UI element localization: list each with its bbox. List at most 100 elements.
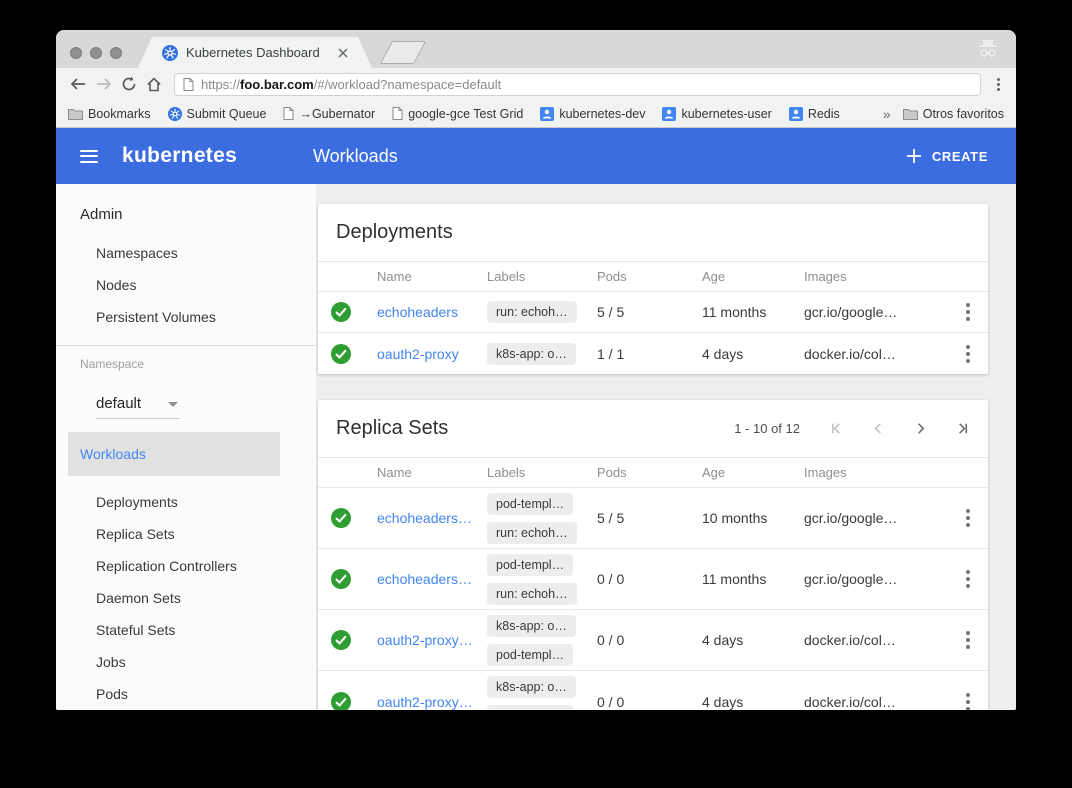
status-cell (331, 569, 377, 589)
sidebar-item-persistent-volumes[interactable]: Persistent Volumes (56, 301, 316, 333)
replica-sets-card: Replica Sets 1 - 10 of 12 (318, 400, 988, 710)
browser-tab-strip: Kubernetes Dashboard (56, 30, 1016, 68)
resource-name-link[interactable]: oauth2-proxy (377, 346, 481, 362)
zoom-window-button[interactable] (110, 47, 122, 59)
sidebar-item-replica-sets[interactable]: Replica Sets (56, 518, 316, 550)
page-icon (283, 107, 294, 120)
new-tab-button[interactable] (380, 41, 426, 64)
incognito-icon (976, 39, 1000, 59)
last-page-button[interactable] (955, 421, 970, 436)
sidebar-item-stateful-sets[interactable]: Stateful Sets (56, 614, 316, 646)
url-path: /#/workload?namespace=default (314, 77, 502, 92)
sidebar-item-namespaces[interactable]: Namespaces (56, 237, 316, 269)
app-header: kubernetes Workloads CREATE (56, 128, 1016, 184)
deployments-title: Deployments (336, 221, 453, 244)
status-cell (331, 630, 377, 650)
tab-title: Kubernetes Dashboard (186, 45, 338, 60)
status-ok-icon (331, 569, 351, 589)
status-cell (331, 692, 377, 711)
pagination-range: 1 - 10 of 12 (734, 421, 800, 436)
previous-page-button[interactable] (871, 421, 886, 436)
bookmark-test-grid[interactable]: google-gce Test Grid (392, 107, 523, 121)
labels-cell: pod-templ… run: echoh… (487, 493, 597, 544)
first-page-button[interactable] (829, 421, 844, 436)
next-page-button[interactable] (913, 421, 928, 436)
row-actions-menu-icon[interactable] (948, 570, 988, 588)
address-bar[interactable]: https://foo.bar.com/#/workload?namespace… (174, 73, 981, 96)
row-actions-menu-icon[interactable] (948, 693, 988, 711)
browser-tab[interactable]: Kubernetes Dashboard (138, 37, 372, 68)
close-window-button[interactable] (70, 47, 82, 59)
age-cell: 4 days (702, 632, 804, 648)
status-cell (331, 302, 377, 322)
browser-menu-icon[interactable] (991, 76, 1006, 93)
sidebar-item-jobs[interactable]: Jobs (56, 646, 316, 678)
images-cell: docker.io/col… (804, 694, 948, 710)
resource-name-link[interactable]: oauth2-proxy… (377, 694, 481, 710)
sidebar-item-replication-controllers[interactable]: Replication Controllers (56, 550, 316, 582)
groups-icon (540, 107, 554, 121)
images-cell: gcr.io/google… (804, 510, 948, 526)
sidebar-item-nodes[interactable]: Nodes (56, 269, 316, 301)
row-actions-menu-icon[interactable] (948, 345, 988, 363)
bookmark-kubernetes-user[interactable]: kubernetes-user (662, 107, 771, 121)
table-row: oauth2-proxy k8s-app: o… 1 / 1 4 days do… (318, 333, 988, 374)
folder-icon (903, 108, 918, 120)
table-row: oauth2-proxy… k8s-app: o…pod-templ… 0 / … (318, 671, 988, 710)
resource-name-link[interactable]: echoheaders (377, 304, 481, 320)
minimize-window-button[interactable] (90, 47, 102, 59)
bookmark-folder-otros-favoritos[interactable]: Otros favoritos (903, 107, 1004, 121)
browser-window: Kubernetes Dashboard (56, 30, 1016, 710)
bookmark-submit-queue[interactable]: Submit Queue (168, 107, 267, 121)
bookmark-folder-bookmarks[interactable]: Bookmarks (68, 107, 151, 121)
bookmarks-overflow-chevron[interactable]: » (883, 106, 891, 122)
sidebar-item-deployments[interactable]: Deployments (56, 486, 316, 518)
pods-cell: 1 / 1 (597, 346, 702, 362)
browser-toolbar: https://foo.bar.com/#/workload?namespace… (56, 68, 1016, 100)
resource-name-link[interactable]: echoheaders… (377, 571, 481, 587)
pods-cell: 5 / 5 (597, 510, 702, 526)
bookmark-redis[interactable]: Redis (789, 107, 840, 121)
bookmark-gubernator[interactable]: →Gubernator (283, 107, 375, 121)
app-logo: kubernetes (122, 144, 237, 168)
resource-name-link[interactable]: echoheaders… (377, 510, 481, 526)
reload-button[interactable] (116, 76, 141, 92)
sidebar-item-pods[interactable]: Pods (56, 678, 316, 710)
label-chip: pod-templ… (487, 644, 573, 666)
row-actions-menu-icon[interactable] (948, 303, 988, 321)
groups-icon (789, 107, 803, 121)
sidebar: Admin Namespaces Nodes Persistent Volume… (56, 184, 316, 710)
kubernetes-icon (168, 107, 182, 121)
age-cell: 11 months (702, 571, 804, 587)
row-actions-menu-icon[interactable] (948, 631, 988, 649)
hamburger-menu-icon[interactable] (80, 146, 98, 167)
table-row: echoheaders run: echoh… 5 / 5 11 months … (318, 292, 988, 333)
bookmark-kubernetes-dev[interactable]: kubernetes-dev (540, 107, 645, 121)
page-title: Workloads (313, 146, 398, 167)
namespace-select[interactable]: default (96, 390, 180, 419)
back-button[interactable] (66, 77, 91, 91)
sidebar-item-daemon-sets[interactable]: Daemon Sets (56, 582, 316, 614)
create-button[interactable]: CREATE (906, 148, 988, 164)
deployments-table: echoheaders run: echoh… 5 / 5 11 months … (318, 292, 988, 374)
status-ok-icon (331, 344, 351, 364)
forward-button[interactable] (91, 77, 116, 91)
label-chip: k8s-app: o… (487, 676, 576, 698)
page-icon (392, 107, 403, 120)
labels-cell: k8s-app: o…pod-templ… (487, 615, 597, 666)
status-cell (331, 508, 377, 528)
age-cell: 10 months (702, 510, 804, 526)
age-cell: 4 days (702, 346, 804, 362)
table-row: echoheaders… pod-templ… run: echoh… 5 / 5… (318, 488, 988, 549)
tab-close-icon[interactable] (338, 48, 348, 58)
label-chip: k8s-app: o… (487, 343, 576, 365)
resource-name-link[interactable]: oauth2-proxy… (377, 632, 481, 648)
pagination: 1 - 10 of 12 (734, 421, 970, 436)
sidebar-item-workloads[interactable]: Workloads (68, 432, 280, 476)
home-button[interactable] (141, 77, 166, 92)
images-cell: gcr.io/google… (804, 571, 948, 587)
sidebar-item-admin[interactable]: Admin (56, 199, 316, 231)
label-chip: pod-templ… (487, 493, 573, 515)
label-chip: run: echoh… (487, 522, 577, 544)
row-actions-menu-icon[interactable] (948, 509, 988, 527)
